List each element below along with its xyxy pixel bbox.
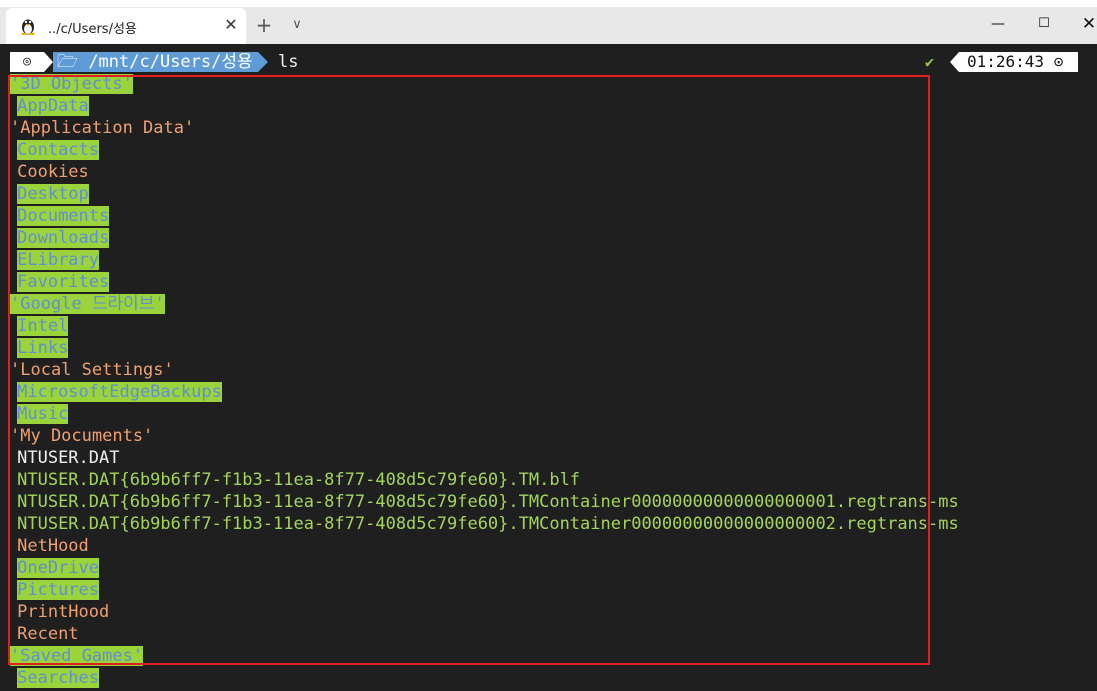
ls-entry: Pictures [17,579,100,601]
ls-entry: Contacts [17,139,100,161]
tab-title: ../c/Users/성용 [48,22,137,37]
new-tab-button[interactable]: + [252,14,276,36]
tab-dropdown-button[interactable]: ∨ [285,14,309,36]
ls-entry-name: NTUSER.DAT [17,448,120,468]
prompt-separator [44,52,53,72]
ls-entry-name: Documents [17,206,110,226]
ls-entry-name: Desktop [17,184,89,204]
ls-entry: Documents [17,205,110,227]
title-bar: ../c/Users/성용 ✕ + ∨ — ☐ ✕ [0,0,1097,44]
os-segment-icon: ◎ [10,52,44,72]
ls-entry-name: Contacts [17,140,100,160]
ls-entry-name: ELibrary [17,250,100,270]
ls-entry: 'My Documents' [10,425,153,447]
ls-entry-name: Cookies [17,162,89,182]
ls-entry: Cookies [17,161,89,183]
ls-entry-name: Favorites [17,272,110,292]
ls-entry: OneDrive [17,557,100,579]
ls-entry-name: 'Google 드라이브' [10,294,165,314]
ls-entry: MicrosoftEdgeBackups [17,381,222,403]
prompt-separator [950,52,959,72]
ls-entry-name: PrintHood [17,602,110,622]
ls-entry: Favorites [17,271,110,293]
ls-entry: Intel [17,315,69,337]
ls-entry-name: 'Application Data' [10,118,195,138]
typed-command: ls [278,52,299,72]
ls-entry: NTUSER.DAT{6b9b6ff7-f1b3-11ea-8f77-408d5… [17,469,580,491]
ls-entry: 'Saved Games' [10,645,144,667]
ls-entry: NTUSER.DAT{6b9b6ff7-f1b3-11ea-8f77-408d5… [17,491,959,513]
ls-entry: NTUSER.DAT [17,447,119,469]
prompt-path: 🗁 /mnt/c/Users/성용 [53,52,258,72]
tab-terminal[interactable]: ../c/Users/성용 ✕ [6,8,246,44]
ls-entry: AppData [17,95,89,117]
ls-entry-name: NTUSER.DAT{6b9b6ff7-f1b3-11ea-8f77-408d5… [17,492,959,512]
ls-entry: Downloads [17,227,110,249]
ls-entry-name: 'Local Settings' [10,360,174,380]
ls-entry: ELibrary [17,249,100,271]
maximize-button[interactable]: ☐ [1031,12,1057,36]
title-bar-top-strip [0,0,1097,7]
ls-entry-name: Pictures [17,580,100,600]
ls-entry: Recent [17,623,78,645]
close-window-button[interactable]: ✕ [1076,12,1097,36]
minimize-button[interactable]: — [985,12,1011,36]
ls-entry: PrintHood [17,601,109,623]
ls-entry-name: NetHood [17,536,89,556]
ls-entry-name: Downloads [17,228,110,248]
ls-entry-name: OneDrive [17,558,100,578]
linux-penguin-icon [20,17,36,36]
close-tab-icon[interactable]: ✕ [221,15,241,35]
ls-entry: Links [17,337,69,359]
ls-entry: 'Application Data' [10,117,194,139]
ls-entry-name: NTUSER.DAT{6b9b6ff7-f1b3-11ea-8f77-408d5… [17,514,959,534]
ls-entry-name: AppData [17,96,89,116]
ls-entry: 'Google 드라이브' [10,293,165,315]
ls-entry-name: MicrosoftEdgeBackups [17,382,222,402]
ls-entry: '3D Objects' [10,73,133,95]
ls-entry: Searches [17,667,100,689]
ls-entry: NTUSER.DAT{6b9b6ff7-f1b3-11ea-8f77-408d5… [17,513,959,535]
ls-entry: Music [17,403,69,425]
prompt-clock: 01:26:43 ⊙ [959,52,1078,72]
ls-entry-name: Recent [17,624,79,644]
ls-entry-name: Links [17,338,69,358]
ls-entry-name: '3D Objects' [10,74,133,94]
ls-entry-name: Music [17,404,69,424]
ls-entry-name: Searches [17,668,100,688]
terminal-output[interactable]: ◎ 🗁 /mnt/c/Users/성용 ls ✔ 01:26:43 ⊙ '3D … [0,44,1097,691]
ls-entry-name: NTUSER.DAT{6b9b6ff7-f1b3-11ea-8f77-408d5… [17,470,581,490]
success-check-icon: ✔ [925,53,935,71]
ls-entry-name: 'Saved Games' [10,646,144,666]
prompt-separator [258,52,268,72]
ls-entry-name: 'My Documents' [10,426,154,446]
ls-entry-name: Intel [17,316,69,336]
ls-entry: NetHood [17,535,89,557]
ls-entry: 'Local Settings' [10,359,174,381]
ls-entry: Desktop [17,183,89,205]
